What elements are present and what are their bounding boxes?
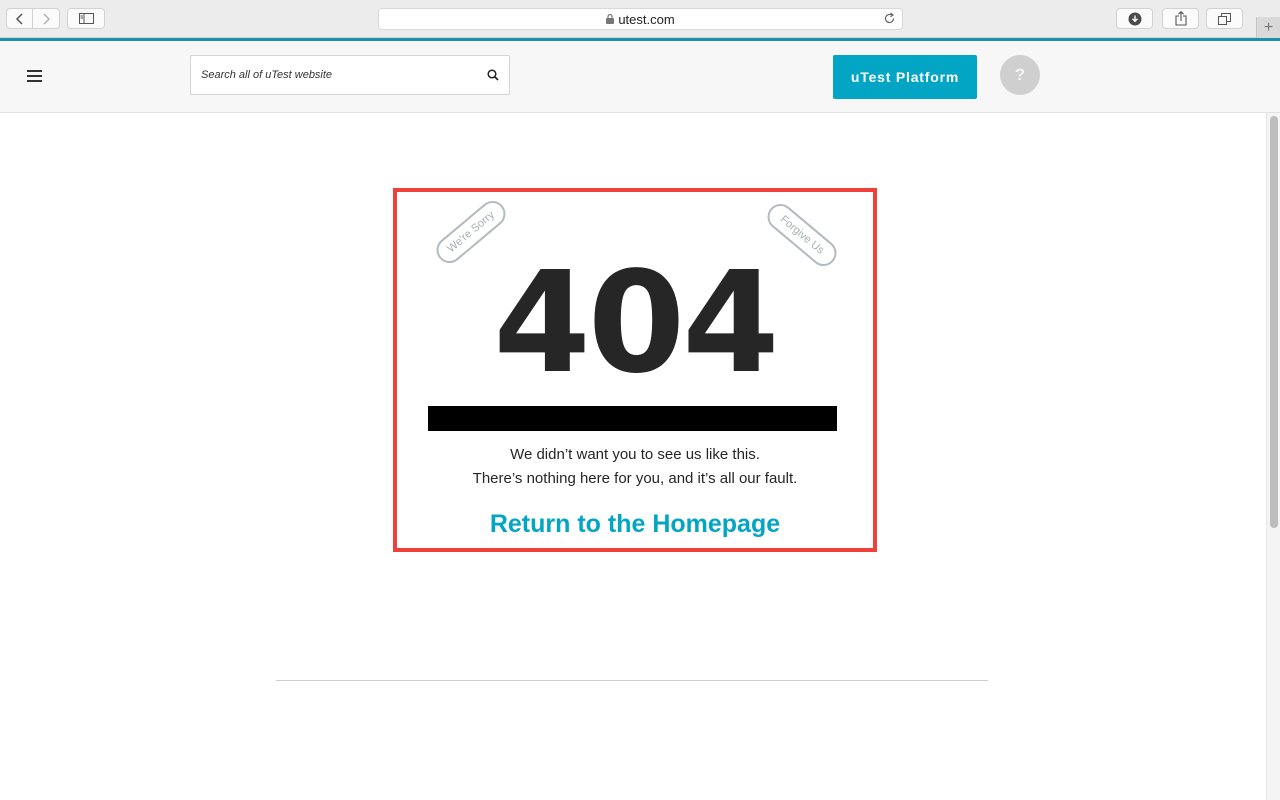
error-message-line-1: We didn’t want you to see us like this. [510, 446, 760, 463]
downloads-button[interactable] [1116, 8, 1153, 29]
chevron-left-icon [15, 12, 23, 25]
content-divider [276, 680, 988, 681]
search-icon[interactable] [487, 69, 499, 81]
search-input[interactable] [191, 56, 481, 94]
show-tabs-button[interactable] [1206, 8, 1243, 29]
share-button[interactable] [1162, 8, 1199, 29]
new-tab-button[interactable]: + [1256, 17, 1280, 38]
hamburger-menu-icon[interactable] [27, 70, 42, 83]
site-header: uTest Platform ? [0, 41, 1280, 113]
ribbon-left-text: We're Sorry [445, 208, 497, 256]
tabs-overview-icon [1218, 12, 1231, 25]
share-icon [1174, 11, 1187, 26]
sidebar-icon [78, 13, 94, 24]
error-404-panel: We're Sorry Forgive Us 404 We didn’t wan… [393, 188, 877, 552]
browser-toolbar: utest.com [0, 0, 1280, 38]
url-text: utest.com [618, 11, 675, 27]
back-button[interactable] [6, 8, 33, 29]
lock-icon [606, 14, 615, 24]
page-scrollbar[interactable] [1266, 113, 1280, 800]
error-code-heading: 404 [493, 242, 779, 405]
site-search [190, 55, 510, 95]
forward-button[interactable] [33, 8, 60, 29]
address-bar[interactable]: utest.com [378, 8, 903, 30]
sidebar-toggle-button[interactable] [67, 8, 105, 29]
chevron-right-icon [43, 12, 51, 25]
download-icon [1128, 12, 1141, 25]
plus-icon: + [1263, 18, 1274, 36]
help-button[interactable]: ? [1000, 55, 1040, 95]
ribbon-right-text: Forgive Us [777, 213, 827, 257]
utest-platform-button[interactable]: uTest Platform [833, 55, 977, 99]
error-message-line-2: There’s nothing here for you, and it’s a… [472, 470, 798, 487]
reload-icon[interactable] [883, 12, 896, 25]
return-home-link[interactable]: Return to the Homepage [397, 510, 873, 539]
black-divider-bar [428, 406, 837, 431]
scrollbar-thumb[interactable] [1270, 116, 1278, 528]
